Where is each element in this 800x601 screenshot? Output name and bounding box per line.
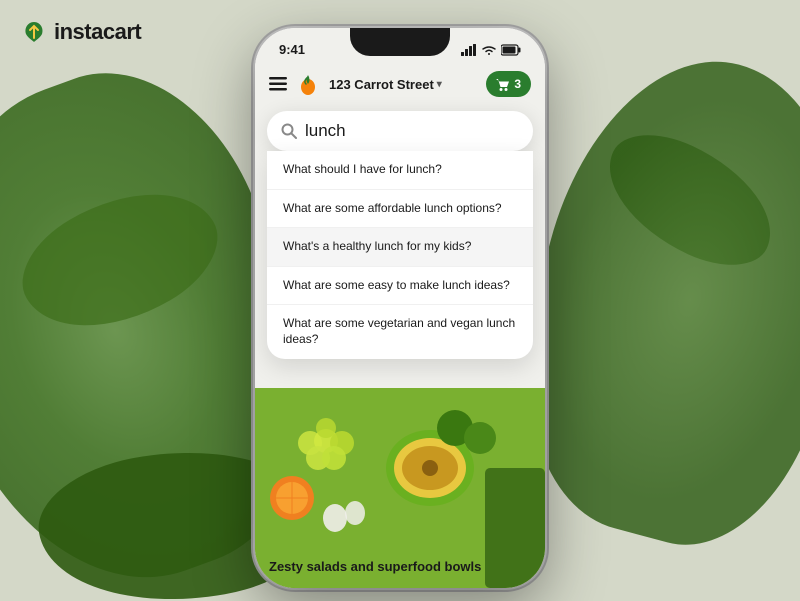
search-bar[interactable]: lunch bbox=[267, 111, 533, 151]
carrot-icon bbox=[297, 72, 319, 96]
suggestion-item[interactable]: What are some affordable lunch options? bbox=[267, 190, 533, 229]
suggestion-item[interactable]: What are some vegetarian and vegan lunch… bbox=[267, 305, 533, 358]
search-icon bbox=[281, 123, 297, 139]
search-value: lunch bbox=[305, 121, 346, 141]
leaf-decoration-1 bbox=[3, 158, 236, 362]
suggestions-dropdown: What should I have for lunch? What are s… bbox=[267, 151, 533, 359]
suggestion-item[interactable]: What should I have for lunch? bbox=[267, 151, 533, 190]
instacart-logo: instacart bbox=[20, 18, 141, 46]
suggestion-item[interactable]: What's a healthy lunch for my kids? bbox=[267, 228, 533, 267]
status-time: 9:41 bbox=[279, 42, 305, 57]
address-text: 123 Carrot Street bbox=[329, 77, 434, 92]
phone-notch bbox=[350, 28, 450, 56]
signal-icon bbox=[461, 44, 477, 56]
cart-count: 3 bbox=[514, 77, 521, 91]
cart-button[interactable]: 3 bbox=[486, 71, 531, 97]
orange bbox=[270, 476, 314, 520]
status-icons bbox=[461, 44, 521, 56]
logo-text: instacart bbox=[54, 19, 141, 45]
header-address[interactable]: 123 Carrot Street ▾ bbox=[329, 77, 476, 92]
cart-icon bbox=[496, 78, 510, 91]
phone-screen: 9:41 bbox=[255, 28, 545, 588]
suggestion-item[interactable]: What are some easy to make lunch ideas? bbox=[267, 267, 533, 306]
app-header: 123 Carrot Street ▾ 3 bbox=[255, 63, 545, 105]
wifi-icon bbox=[481, 44, 497, 56]
content-label: Zesty salads and superfood bowls bbox=[269, 559, 481, 574]
battery-icon bbox=[501, 44, 521, 56]
fruits-illustration bbox=[255, 388, 545, 588]
leaf-decoration-3 bbox=[587, 117, 792, 284]
chevron-down-icon: ▾ bbox=[437, 79, 442, 90]
content-area: Zesty salads and superfood bowls bbox=[255, 388, 545, 588]
phone-frame: 9:41 bbox=[255, 28, 545, 588]
menu-icon[interactable] bbox=[269, 77, 287, 91]
instacart-leaf-icon bbox=[20, 18, 48, 46]
